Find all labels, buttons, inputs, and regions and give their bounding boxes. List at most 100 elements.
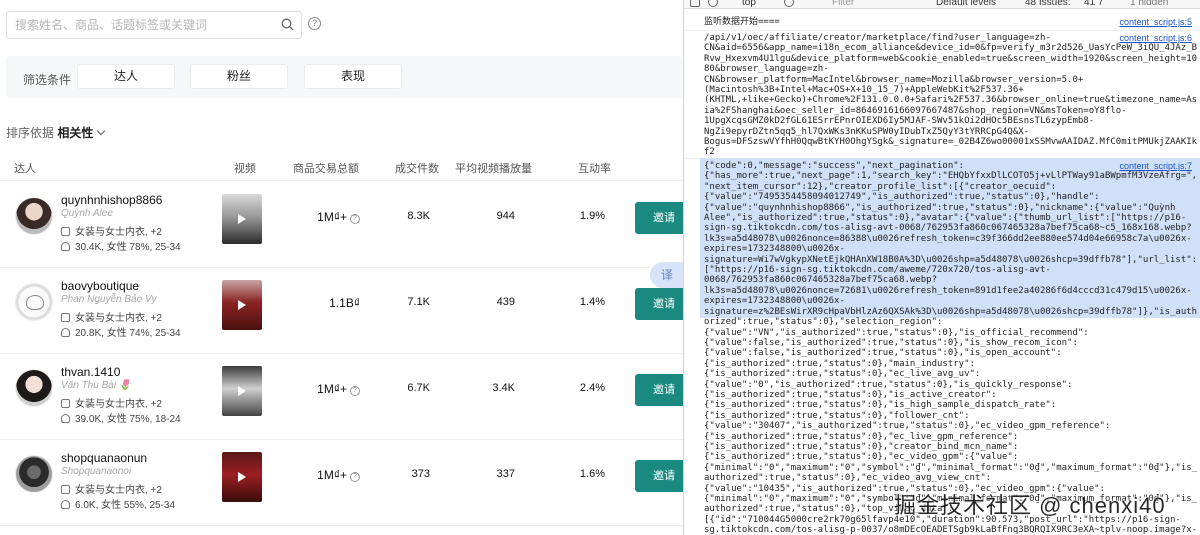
creator-username[interactable]: thvan.1410 [61, 365, 120, 379]
video-thumbnail[interactable] [222, 366, 262, 416]
creator-nickname: Shopquanaonoi [61, 466, 132, 477]
invite-button[interactable]: 邀请 [635, 202, 683, 234]
category-icon [61, 227, 70, 236]
gmv-text: 1M₫+ [317, 468, 347, 482]
gmv-value: 1M₫+? [300, 382, 360, 396]
search-box[interactable] [6, 11, 302, 39]
category-text: 女装与女士内衣, +2 [75, 313, 162, 324]
creator-category: 女装与女士内衣, +2 [61, 395, 162, 410]
invite-button[interactable]: 邀请 [635, 374, 683, 406]
source-link[interactable]: content_script.js:6 [1119, 33, 1192, 43]
creator-followers: 6.0K, 女性 55%, 25-34 [61, 496, 175, 511]
issue-counts[interactable]: 41 7 [1084, 0, 1103, 8]
units-value: 373 [411, 468, 430, 480]
filter-input[interactable]: Filter [832, 0, 854, 8]
col-creator: 达人 [14, 163, 36, 175]
source-link[interactable]: content_script.js:5 [1119, 17, 1192, 27]
avg-views-value: 337 [496, 468, 515, 480]
console-message[interactable]: {"code":0,"message":"success","next_pagi… [684, 161, 1200, 535]
play-icon [238, 472, 246, 482]
search-icon[interactable] [281, 18, 294, 31]
filter-performance-button[interactable]: 表现 [304, 64, 402, 89]
engagement-value: 2.4% [579, 382, 605, 394]
engagement-value: 1.6% [579, 468, 605, 480]
video-thumbnail[interactable] [222, 280, 262, 330]
creator-category: 女装与女士内衣, +2 [61, 309, 162, 324]
info-icon[interactable]: ? [350, 214, 360, 224]
invite-button[interactable]: 邀请 [635, 460, 683, 492]
col-gmv[interactable]: 商品交易总额 [293, 160, 359, 176]
play-icon [238, 214, 246, 224]
followers-text: 20.8K, 女性 74%, 25-34 [75, 328, 181, 339]
invite-button[interactable]: 邀请 [635, 288, 683, 320]
search-input[interactable] [7, 12, 267, 38]
issues-label[interactable]: 48 Issues: [1025, 0, 1071, 8]
table-row: quynhnhishop8866 Quỳnh Alee 女装与女士内衣, +2 … [0, 182, 683, 268]
creator-followers: 30.4K, 女性 78%, 25-34 [61, 238, 181, 253]
gmv-value: 1M₫+? [300, 210, 360, 224]
play-icon [238, 386, 246, 396]
avatar[interactable] [15, 369, 53, 407]
creator-username[interactable]: shopquanaonun [61, 451, 147, 465]
col-video: 视频 [234, 163, 256, 175]
filter-label: 筛选条件 [23, 73, 72, 87]
gmv-text: 1M₫+ [317, 382, 347, 396]
col-avg-views[interactable]: 平均视频播放量 [455, 160, 532, 176]
context-selector[interactable]: top [742, 0, 756, 8]
info-icon[interactable]: ? [350, 386, 360, 396]
table-row: baovyboutique Phan Nguyễn Bảo Vy 女装与女士内衣… [0, 268, 683, 354]
hidden-count: 1 hidden [1130, 0, 1169, 8]
category-text: 女装与女士内衣, +2 [75, 399, 162, 410]
divider [684, 30, 1200, 31]
creator-followers: 20.8K, 女性 74%, 25-34 [61, 324, 181, 339]
gmv-text: 1M₫+ [317, 210, 347, 224]
creator-username[interactable]: quynhnhishop8866 [61, 193, 162, 207]
play-icon [238, 300, 246, 310]
avatar[interactable] [15, 197, 53, 235]
avatar[interactable] [15, 455, 53, 493]
followers-icon [61, 242, 70, 251]
engagement-value: 1.4% [579, 296, 605, 308]
category-icon [61, 313, 70, 322]
source-link[interactable]: content_script.js:7 [1119, 161, 1192, 171]
units-value: 8.3K [407, 210, 430, 222]
creator-followers: 39.0K, 女性 75%, 18-24 [61, 410, 181, 425]
eye-icon[interactable] [784, 0, 794, 7]
category-text: 女装与女士内衣, +2 [75, 485, 162, 496]
col-engagement[interactable]: 互动率 [578, 160, 611, 176]
creator-username[interactable]: baovyboutique [61, 279, 139, 293]
translate-button[interactable]: 译 [650, 262, 683, 288]
table-row: shopquanaonun Shopquanaonoi 女装与女士内衣, +2 … [0, 440, 683, 526]
units-value: 7.1K [407, 296, 430, 308]
followers-text: 6.0K, 女性 55%, 25-34 [75, 500, 176, 511]
followers-icon [61, 500, 70, 509]
engagement-value: 1.9% [579, 210, 605, 222]
gmv-value: 1.1B₫ [300, 296, 360, 310]
help-icon[interactable]: ? [308, 17, 321, 30]
followers-icon [61, 414, 70, 423]
avg-views-value: 439 [496, 296, 515, 308]
creator-nickname: Phan Nguyễn Bảo Vy [61, 294, 157, 305]
filter-creator-button[interactable]: 达人 [77, 64, 175, 89]
followers-text: 39.0K, 女性 75%, 18-24 [75, 414, 181, 425]
category-icon [61, 399, 70, 408]
log-levels-dropdown[interactable]: Default levels [936, 0, 996, 8]
console-message: /api/v1/oec/affiliate/creator/marketplac… [704, 33, 1198, 158]
chevron-down-icon [97, 126, 106, 136]
avatar[interactable] [15, 283, 53, 321]
watermark: 掘金技术社区 @ chenxi40 [894, 493, 1166, 518]
sidebar-toggle-icon[interactable] [690, 0, 700, 7]
gmv-value: 1M₫+? [300, 468, 360, 482]
clear-console-icon[interactable] [708, 0, 718, 7]
sort-value: 相关性 [57, 126, 94, 140]
creator-nickname: Quỳnh Alee [61, 208, 113, 219]
category-text: 女装与女士内衣, +2 [75, 227, 162, 238]
followers-icon [61, 328, 70, 337]
col-units[interactable]: 成交件数 [395, 160, 439, 176]
table-row: thvan.1410 Văn Thu Bài 🌷 女装与女士内衣, +2 39.… [0, 354, 683, 440]
info-icon[interactable]: ? [350, 472, 360, 482]
video-thumbnail[interactable] [222, 452, 262, 502]
filter-followers-button[interactable]: 粉丝 [190, 64, 288, 89]
sort-dropdown[interactable]: 排序依据 相关性 [6, 124, 106, 141]
video-thumbnail[interactable] [222, 194, 262, 244]
